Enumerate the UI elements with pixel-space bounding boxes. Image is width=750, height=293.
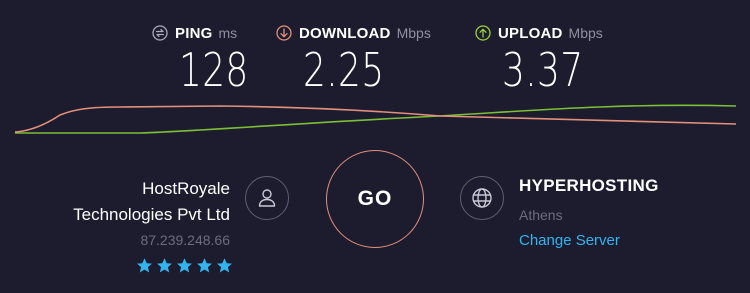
download-metric: DOWNLOAD Mbps 2.25 bbox=[276, 22, 431, 94]
ping-value: 128 bbox=[179, 43, 249, 97]
upload-metric: UPLOAD Mbps 3.37 bbox=[475, 22, 606, 94]
isp-name-line2: Technologies Pvt Ltd bbox=[73, 205, 230, 224]
ping-icon bbox=[152, 25, 168, 41]
user-icon bbox=[245, 176, 289, 220]
isp-name-line1: HostRoyale bbox=[142, 179, 230, 198]
ping-unit: ms bbox=[218, 25, 238, 41]
download-value: 2.25 bbox=[303, 43, 385, 97]
server-info: HYPERHOSTING Athens Change Server bbox=[519, 176, 659, 249]
upload-graph-line bbox=[15, 104, 737, 134]
speed-graph bbox=[14, 104, 737, 134]
isp-rating[interactable] bbox=[136, 257, 233, 274]
download-label: DOWNLOAD bbox=[299, 24, 391, 42]
star-icon[interactable] bbox=[216, 257, 233, 274]
star-icon[interactable] bbox=[176, 257, 193, 274]
upload-value: 3.37 bbox=[502, 43, 584, 97]
upload-unit: Mbps bbox=[568, 25, 603, 41]
isp-ip-address: 87.239.248.66 bbox=[140, 232, 230, 248]
star-icon[interactable] bbox=[156, 257, 173, 274]
upload-label: UPLOAD bbox=[498, 24, 563, 42]
ping-label: PING bbox=[175, 24, 213, 42]
server-name: HYPERHOSTING bbox=[519, 176, 659, 195]
go-button[interactable]: GO bbox=[326, 150, 424, 248]
globe-icon[interactable] bbox=[460, 176, 504, 220]
go-button-label: GO bbox=[357, 187, 393, 210]
server-location: Athens bbox=[519, 207, 563, 223]
ping-metric: PING ms 128 bbox=[152, 22, 268, 94]
star-icon[interactable] bbox=[196, 257, 213, 274]
download-arrow-icon bbox=[276, 25, 292, 41]
upload-arrow-icon bbox=[475, 25, 491, 41]
change-server-link[interactable]: Change Server bbox=[519, 232, 659, 249]
star-icon[interactable] bbox=[136, 257, 153, 274]
download-unit: Mbps bbox=[396, 25, 431, 41]
isp-info: HostRoyale Technologies Pvt Ltd 87.239.2… bbox=[73, 176, 230, 248]
